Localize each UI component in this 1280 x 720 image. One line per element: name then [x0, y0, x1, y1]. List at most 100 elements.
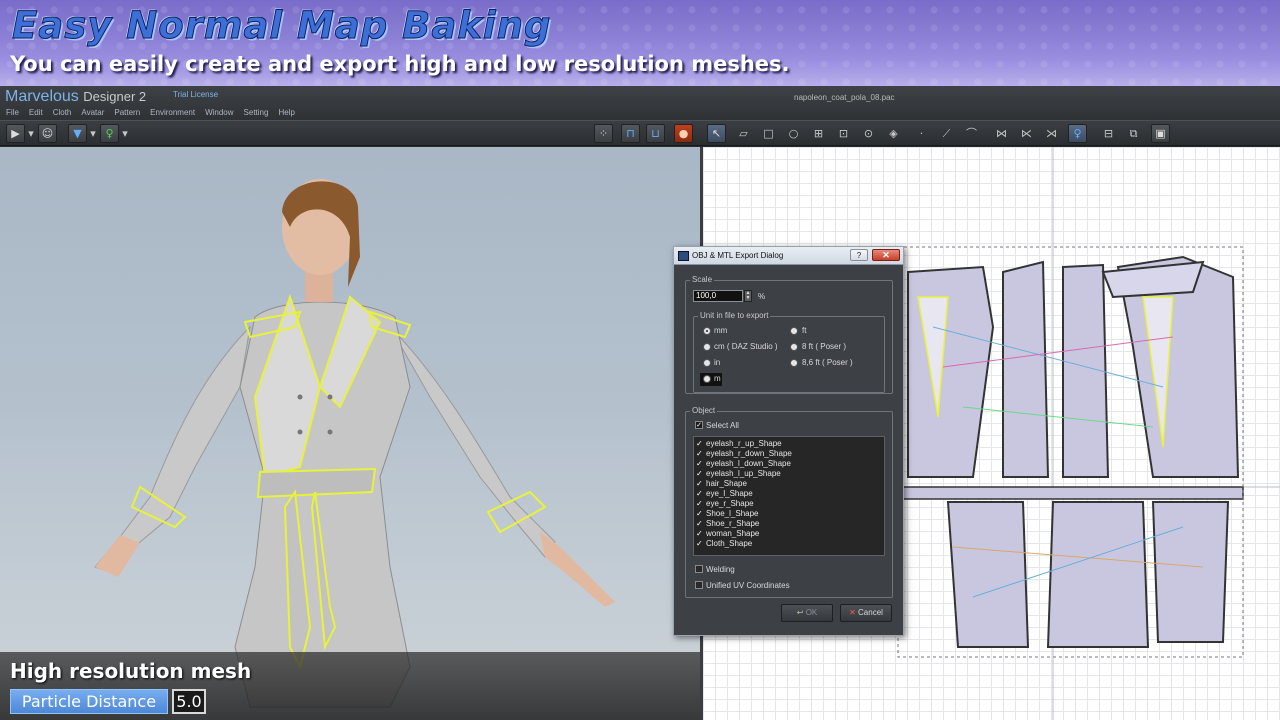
particle-distance-value[interactable]: 5.0	[172, 689, 206, 714]
object-list[interactable]: ✓ eyelash_r_up_Shape ✓ eyelash_r_down_Shap…	[693, 436, 885, 556]
list-item[interactable]: ✓ eyelash_r_up_Shape	[696, 439, 782, 448]
list-item[interactable]: ✓ eyelash_r_down_Shape	[696, 449, 792, 458]
app-version: Designer 2	[83, 89, 147, 104]
unit-ft-label: ft	[802, 326, 807, 335]
app-brand: Marvelous	[5, 88, 79, 105]
list-item[interactable]: ✓ Cloth_Shape	[696, 539, 752, 548]
scatter-icon[interactable]: ⁘	[594, 124, 613, 143]
circle-icon[interactable]: ○	[784, 124, 803, 143]
ok-icon: ↩	[796, 608, 804, 617]
scale-unit: %	[758, 292, 766, 301]
menu-environment[interactable]: Environment	[150, 108, 195, 117]
unit-86ft-label: 8,6 ft ( Poser )	[802, 358, 853, 367]
app-title-bar: Marvelous Designer 2 Trial License napol…	[0, 86, 1280, 120]
avatar-render	[94, 179, 615, 708]
dialog-title: OBJ & MTL Export Dialog	[692, 251, 784, 260]
dart-icon[interactable]: ◈	[884, 124, 903, 143]
dialog-title-bar[interactable]: OBJ & MTL Export Dialog ? ✕	[674, 247, 903, 265]
ok-button[interactable]: ↩ OK	[781, 604, 833, 622]
unit-cm-radio[interactable]	[703, 343, 711, 351]
file-name: napoleon_coat_pola_08.pac	[794, 93, 895, 102]
list-item[interactable]: ✓ Shoe_r_Shape	[696, 519, 759, 528]
select-arrow-icon[interactable]: ↖	[707, 124, 726, 143]
play-dropdown-icon[interactable]: ▾	[27, 124, 35, 143]
menu-help[interactable]: Help	[278, 108, 294, 117]
3d-viewport[interactable]: High resolution mesh Particle Distance 5…	[0, 147, 700, 720]
export-dialog: OBJ & MTL Export Dialog ? ✕ Scale 100,0 …	[673, 246, 904, 636]
shirt-icon[interactable]: ▼	[68, 124, 87, 143]
play-icon[interactable]: ▶	[6, 124, 25, 143]
menu-pattern[interactable]: Pattern	[114, 108, 140, 117]
pose-icon[interactable]: ☺	[38, 124, 57, 143]
avatar-view-icon[interactable]: ♀	[1068, 124, 1087, 143]
cancel-button[interactable]: ✕ Cancel	[840, 604, 892, 622]
select-all-checkbox[interactable]: ✓	[695, 421, 703, 429]
menu-cloth[interactable]: Cloth	[53, 108, 72, 117]
curve-icon[interactable]: ⌒	[962, 124, 981, 143]
transform-pattern-icon[interactable]: ▱	[734, 124, 753, 143]
scale-input[interactable]: 100,0	[693, 290, 743, 302]
unit-m-label: m	[714, 374, 721, 383]
free-sew-icon[interactable]: ⋊	[1042, 124, 1061, 143]
internal-rect-icon[interactable]: ⊞	[809, 124, 828, 143]
unit-86ft-radio[interactable]	[790, 359, 798, 367]
unified-uv-label: Unified UV Coordinates	[706, 581, 790, 590]
edit-point-icon[interactable]: ⟋	[937, 124, 956, 143]
cancel-icon: ✕	[849, 608, 856, 617]
coat-front-icon[interactable]: ⊓	[621, 124, 640, 143]
export-icon[interactable]: ⧉	[1124, 124, 1143, 143]
unit-8ft-label: 8 ft ( Poser )	[802, 342, 847, 351]
main-toolbar: ▶ ▾ ☺ ▼ ▾ ♀ ▾ ⁘ ⊓ ⊔ ● ↖ ▱ □ ○ ⊞ ⊡ ⊙ ◈ · …	[0, 120, 1280, 146]
unit-mm-radio[interactable]	[703, 327, 711, 335]
internal-polygon-icon[interactable]: ⊡	[834, 124, 853, 143]
avatar-icon[interactable]: ♀	[100, 124, 119, 143]
unit-8ft-radio[interactable]	[790, 343, 798, 351]
help-button[interactable]: ?	[850, 249, 868, 261]
select-all-label: Select All	[706, 421, 739, 430]
coat-back-icon[interactable]: ⊔	[646, 124, 665, 143]
app-name: Marvelous Designer 2	[5, 88, 146, 106]
particle-distance-label: Particle Distance	[10, 689, 168, 714]
object-group-title: Object	[690, 406, 718, 415]
rectangle-icon[interactable]: □	[759, 124, 778, 143]
unit-mm-label: mm	[714, 326, 728, 335]
list-item[interactable]: ✓ hair_Shape	[696, 479, 747, 488]
scale-stepper[interactable]: ▲ ▼	[744, 290, 752, 302]
dialog-app-icon	[678, 251, 689, 261]
license-label: Trial License	[173, 90, 219, 99]
segment-sew-icon[interactable]: ⋉	[1017, 124, 1036, 143]
list-item[interactable]: ✓ eyelash_l_down_Shape	[696, 459, 791, 468]
unit-group-title: Unit in file to export	[698, 311, 771, 320]
avatar-dropdown-icon[interactable]: ▾	[121, 124, 129, 143]
list-item[interactable]: ✓ Shoe_l_Shape	[696, 509, 759, 518]
menu-window[interactable]: Window	[205, 108, 233, 117]
menu-setting[interactable]: Setting	[244, 108, 269, 117]
welding-label: Welding	[706, 565, 735, 574]
sew-icon[interactable]: ⋈	[992, 124, 1011, 143]
mesh-label: High resolution mesh	[10, 659, 252, 683]
internal-circle-icon[interactable]: ⊙	[859, 124, 878, 143]
menu-bar: File Edit Cloth Avatar Pattern Environme…	[6, 108, 305, 117]
record-icon[interactable]: ●	[674, 124, 693, 143]
list-item[interactable]: ✓ eye_l_Shape	[696, 489, 753, 498]
title-banner: Easy Normal Map Baking You can easily cr…	[0, 0, 1280, 86]
overlay-caption: High resolution mesh Particle Distance 5…	[0, 652, 700, 720]
banner-title: Easy Normal Map Baking	[11, 4, 552, 48]
grid-icon[interactable]: ⊟	[1099, 124, 1118, 143]
shirt-dropdown-icon[interactable]: ▾	[89, 124, 97, 143]
settings-icon[interactable]: ▣	[1151, 124, 1170, 143]
menu-file[interactable]: File	[6, 108, 19, 117]
unit-m-radio[interactable]	[703, 375, 711, 383]
point-icon[interactable]: ·	[912, 124, 931, 143]
list-item[interactable]: ✓ eyelash_l_up_Shape	[696, 469, 781, 478]
menu-avatar[interactable]: Avatar	[81, 108, 104, 117]
scale-group-title: Scale	[690, 275, 715, 284]
welding-checkbox[interactable]: ✓	[695, 565, 703, 573]
menu-edit[interactable]: Edit	[29, 108, 43, 117]
list-item[interactable]: ✓ woman_Shape	[696, 529, 759, 538]
list-item[interactable]: ✓ eye_r_Shape	[696, 499, 754, 508]
unit-ft-radio[interactable]	[790, 327, 798, 335]
unit-in-radio[interactable]	[703, 359, 711, 367]
unified-uv-checkbox[interactable]: ✓	[695, 581, 703, 589]
close-button[interactable]: ✕	[872, 249, 900, 261]
